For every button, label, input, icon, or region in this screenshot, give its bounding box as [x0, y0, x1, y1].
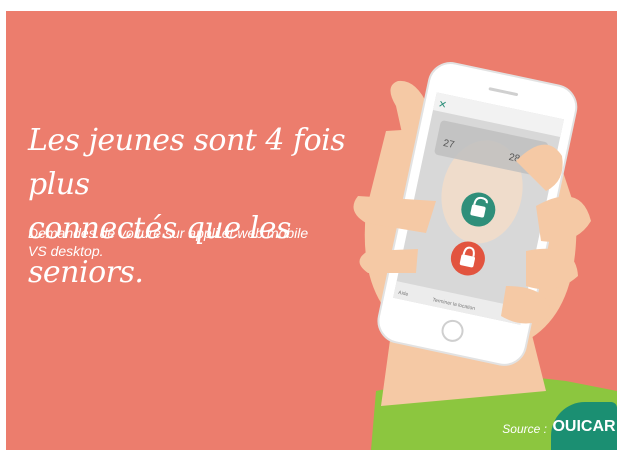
subtitle-line-2: VS desktop.	[28, 243, 104, 259]
headline: Les jeunes sont 4 fois plus connectés qu…	[28, 119, 358, 295]
subtitle-line-1: Demandes de voiture sur appli et web mob…	[28, 225, 309, 241]
headline-line-1: Les jeunes sont 4 fois plus	[28, 123, 346, 202]
infographic-panel: ✕ 27 280km Aide Terminer la location Les…	[6, 11, 617, 450]
finger-2	[536, 196, 591, 242]
source-label: Source :	[502, 422, 547, 436]
subtitle: Demandes de voiture sur appli et web mob…	[28, 224, 358, 260]
left-knuckle	[359, 249, 418, 273]
